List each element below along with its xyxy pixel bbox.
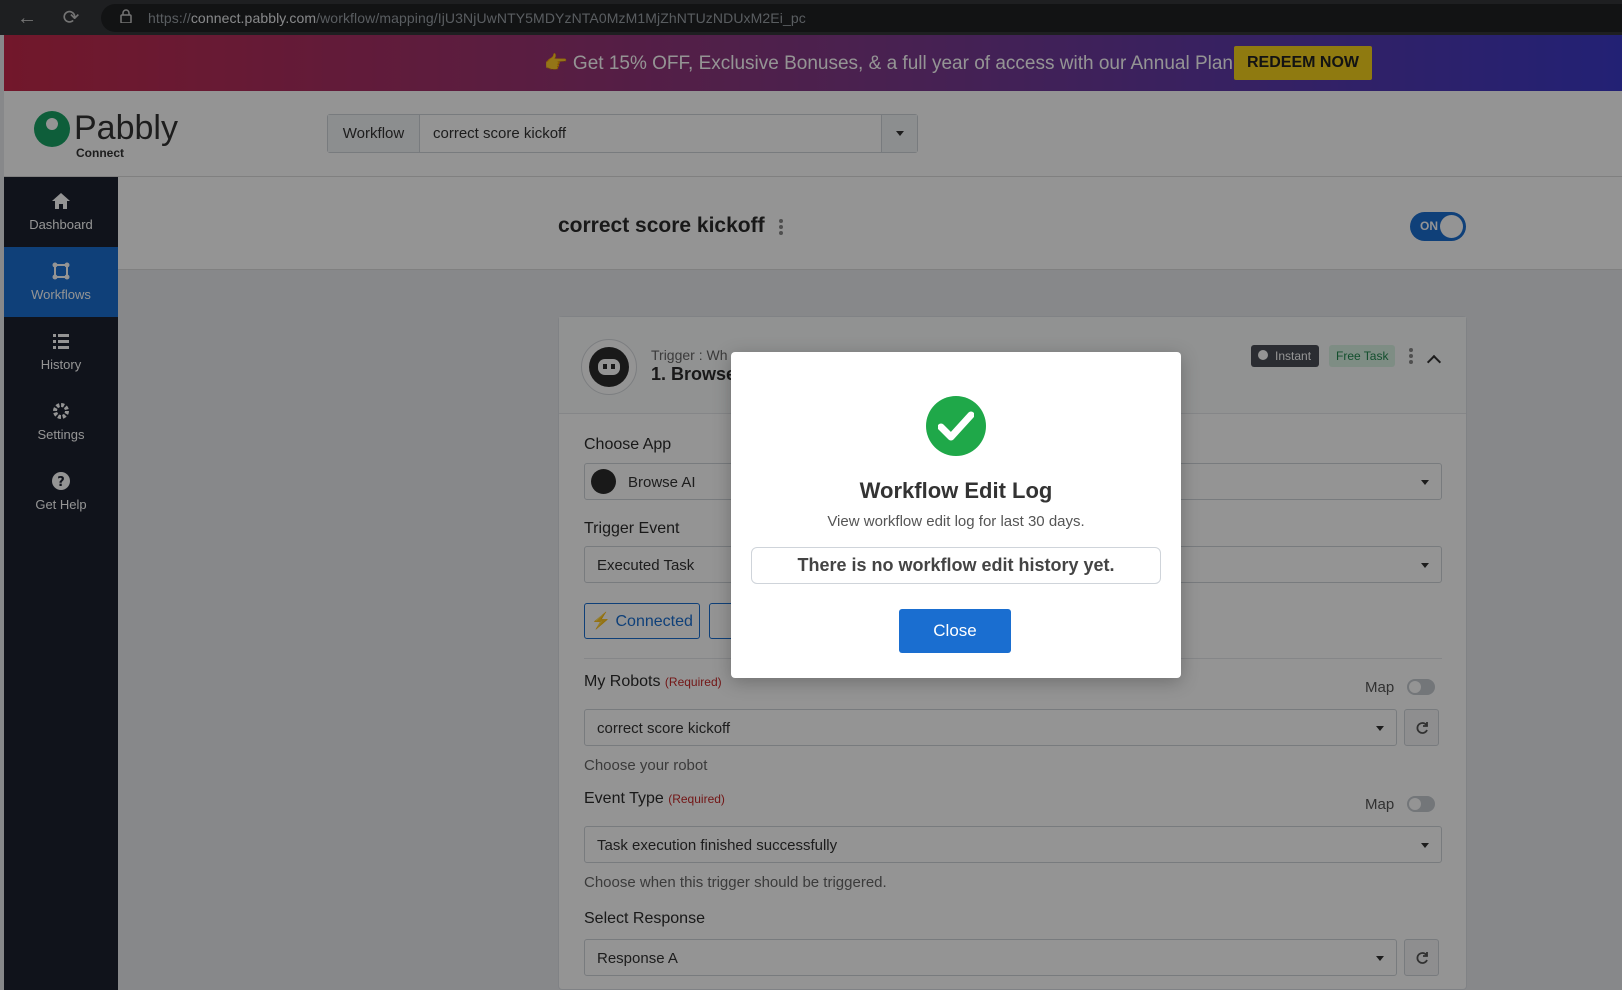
modal-title: Workflow Edit Log <box>859 478 1053 503</box>
close-button[interactable]: Close <box>899 609 1011 653</box>
success-check-icon <box>926 396 986 456</box>
workflow-edit-log-modal: Workflow Edit Log View workflow edit log… <box>731 352 1181 678</box>
modal-subtitle: View workflow edit log for last 30 days. <box>827 513 1085 530</box>
empty-history-message: There is no workflow edit history yet. <box>751 547 1161 584</box>
